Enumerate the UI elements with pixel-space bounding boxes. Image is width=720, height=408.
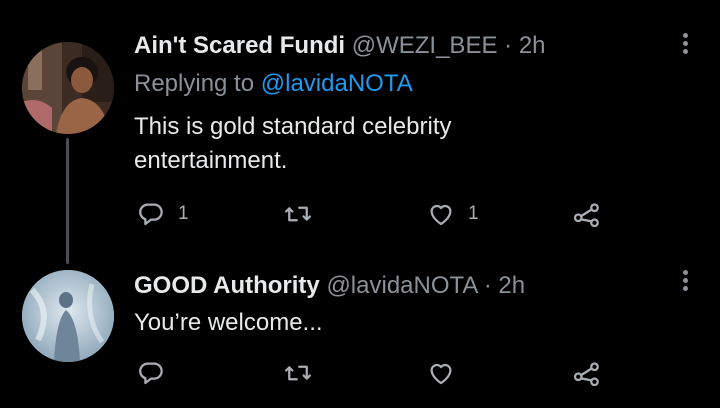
like-icon: [430, 363, 452, 385]
more-icon-dot: [682, 286, 688, 291]
tweet[interactable]: Ain't Scared Fundi @WEZI_BEE · 2h Replyi…: [0, 0, 720, 264]
more-icon: [682, 33, 688, 38]
timestamp[interactable]: 2h: [519, 32, 546, 59]
timestamp[interactable]: 2h: [498, 272, 525, 299]
mention-link[interactable]: @lavidaNOTA: [261, 70, 413, 97]
more-icon: [682, 270, 688, 275]
avatar[interactable]: [22, 270, 114, 362]
handle[interactable]: @lavidaNOTA: [326, 272, 477, 299]
separator: ·: [483, 272, 492, 299]
retweet-icon: [285, 206, 311, 222]
handle[interactable]: @WEZI_BEE: [352, 32, 498, 59]
more-icon-dot: [682, 41, 688, 46]
reply-count: 1: [178, 203, 189, 224]
replying-to: Replying to @lavidaNOTA: [134, 70, 413, 98]
display-name[interactable]: Ain't Scared Fundi: [134, 32, 345, 59]
action-bar: 1 1: [0, 196, 720, 232]
reply-button[interactable]: [136, 355, 178, 391]
tweet-header: GOOD Authority @lavidaNOTA · 2h: [134, 272, 525, 300]
retweet-button[interactable]: [283, 196, 325, 232]
action-bar: [0, 355, 720, 391]
reply-icon: [139, 362, 163, 385]
retweet-icon: [285, 365, 311, 381]
share-icon: [573, 203, 599, 228]
share-icon: [573, 362, 599, 387]
avatar-photo: [22, 270, 114, 362]
replying-prefix: Replying to: [134, 70, 255, 97]
reply-icon: [139, 203, 163, 226]
separator: ·: [504, 32, 513, 59]
share-button[interactable]: [572, 196, 602, 232]
reply-button[interactable]: 1: [136, 196, 189, 232]
more-icon-dot: [682, 49, 688, 54]
like-icon: [430, 204, 452, 226]
tweet-text: You’re welcome...: [134, 309, 323, 336]
like-count: 1: [468, 203, 479, 224]
tweet-header: Ain't Scared Fundi @WEZI_BEE · 2h: [134, 32, 546, 60]
more-button[interactable]: [676, 30, 694, 58]
more-button[interactable]: [676, 267, 694, 295]
avatar-photo: [22, 42, 114, 134]
avatar[interactable]: [22, 42, 114, 134]
share-button[interactable]: [572, 355, 602, 391]
display-name[interactable]: GOOD Authority: [134, 272, 320, 299]
like-button[interactable]: [426, 355, 468, 391]
retweet-button[interactable]: [283, 355, 325, 391]
tweet-text: This is gold standard celebrity entertai…: [134, 113, 452, 174]
like-button[interactable]: 1: [426, 196, 479, 232]
tweet[interactable]: GOOD Authority @lavidaNOTA · 2h You’re w…: [0, 262, 720, 408]
more-icon-dot: [682, 278, 688, 283]
